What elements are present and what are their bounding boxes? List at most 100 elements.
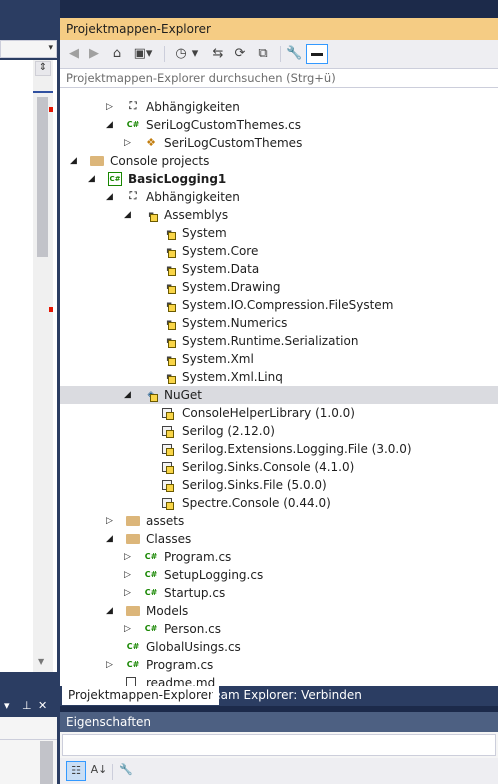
expand-arrow-icon[interactable]: ▷ [124, 620, 134, 638]
collapse-arrow-icon[interactable]: ◢ [70, 152, 80, 170]
tree-node-label: Console projects [110, 154, 210, 168]
tree-node[interactable]: Serilog.Extensions.Logging.File (3.0.0) [60, 440, 498, 458]
tree-node[interactable]: ▪ System.Drawing [60, 278, 498, 296]
dependencies-icon: ⛶ [129, 191, 137, 202]
tool-window-header: ▾ ⊥ ✕ [0, 697, 60, 717]
chevron-down-icon: ▾ [48, 43, 53, 53]
dropdown-icon[interactable]: ▾ [4, 699, 10, 712]
assembly-warning-icon: ▪ [162, 352, 176, 366]
home-icon[interactable]: ⌂ [108, 45, 126, 63]
expand-arrow-icon[interactable]: ▷ [106, 656, 116, 674]
tree-node[interactable]: ▷ assets [60, 512, 498, 530]
tree-node[interactable]: Spectre.Console (0.44.0) [60, 494, 498, 512]
collapse-arrow-icon[interactable]: ◢ [88, 170, 98, 188]
tree-node[interactable]: ▪ System.Numerics [60, 314, 498, 332]
collapse-arrow-icon[interactable]: ◢ [124, 386, 134, 404]
preview-selected-items-button[interactable] [306, 44, 328, 64]
solution-explorer: Projektmappen-Explorer ◀ ▶ ⌂ ▣▾ ◷ ▾ ⇆ ⟳ … [60, 14, 498, 784]
scroll-down-arrow-icon[interactable]: ▼ [38, 657, 44, 666]
split-editor-icon[interactable]: ⇕ [35, 61, 51, 76]
tree-node[interactable]: Serilog.Sinks.File (5.0.0) [60, 476, 498, 494]
chevron-down-icon[interactable]: ▾ [190, 45, 200, 63]
forward-icon[interactable]: ▶ [86, 45, 102, 63]
sync-with-active-document-icon[interactable]: ⇆ [210, 45, 226, 63]
collapse-arrow-icon[interactable]: ◢ [106, 602, 116, 620]
tab-team-explorer[interactable]: Team Explorer: Verbinden [202, 686, 368, 705]
pending-changes-filter-icon[interactable]: ◷ [174, 45, 188, 63]
tree-node[interactable]: ▪ System.Xml [60, 350, 498, 368]
solution-explorer-search-input[interactable]: Projektmappen-Explorer durchsuchen (Strg… [60, 68, 498, 88]
csharp-file-icon: C# [144, 552, 158, 561]
tree-node[interactable]: ◢ C# BasicLogging1 [60, 170, 498, 188]
tree-node[interactable]: Serilog.Sinks.Console (4.1.0) [60, 458, 498, 476]
collapse-arrow-icon[interactable]: ◢ [106, 116, 116, 134]
expand-arrow-icon[interactable]: ▷ [124, 548, 134, 566]
close-icon[interactable]: ✕ [38, 699, 47, 712]
csharp-file-icon: C# [126, 642, 140, 651]
assembly-warning-icon: ▪ [162, 280, 176, 294]
tree-node[interactable]: ▷ C# Startup.cs [60, 584, 498, 602]
scrollbar-thumb[interactable] [40, 741, 53, 784]
properties-window: ☷ A↓ 🔧 [60, 732, 498, 784]
expand-arrow-icon[interactable]: ▷ [124, 584, 134, 602]
properties-title: Eigenschaften [60, 712, 498, 732]
expand-arrow-icon[interactable]: ▷ [124, 134, 134, 152]
tree-node[interactable]: C# GlobalUsings.cs [60, 638, 498, 656]
tree-node-label: SetupLogging.cs [164, 568, 264, 582]
tree-node[interactable]: ◢ Console projects [60, 152, 498, 170]
tree-node[interactable]: ▷ C# Program.cs [60, 548, 498, 566]
back-icon[interactable]: ◀ [66, 45, 82, 63]
tree-node[interactable]: ▷ C# Person.cs [60, 620, 498, 638]
pin-icon[interactable]: ⊥ [22, 699, 32, 712]
collapse-all-icon[interactable]: ⧉ [254, 45, 272, 63]
tree-node[interactable]: ▷ C# SetupLogging.cs [60, 566, 498, 584]
error-marker [49, 307, 53, 312]
tree-node[interactable]: ConsoleHelperLibrary (1.0.0) [60, 404, 498, 422]
tree-node-label: Assemblys [164, 208, 229, 222]
collapse-arrow-icon[interactable]: ◢ [124, 206, 134, 224]
tab-solution-explorer[interactable]: Projektmappen-Explorer [62, 686, 219, 705]
switch-views-icon[interactable]: ▣▾ [132, 45, 154, 63]
properties-object-selector[interactable] [62, 734, 496, 756]
tree-node[interactable]: ◢ ◈ NuGet [60, 386, 498, 404]
refresh-icon[interactable]: ⟳ [232, 45, 248, 63]
tree-node[interactable]: ▪ System [60, 224, 498, 242]
tree-node[interactable]: ◢ C# SeriLogCustomThemes.cs [60, 116, 498, 134]
tree-node-label: System.Numerics [182, 316, 288, 330]
solution-folder-icon [90, 156, 104, 166]
collapse-arrow-icon[interactable]: ◢ [106, 530, 116, 548]
tree-node[interactable]: ◢ ⛶ Abhängigkeiten [60, 188, 498, 206]
expand-arrow-icon[interactable]: ▷ [106, 512, 116, 530]
tree-node[interactable]: readme.md [60, 674, 498, 686]
categorized-icon[interactable]: ☷ [66, 761, 86, 781]
alphabetical-icon[interactable]: A↓ [90, 761, 108, 781]
tree-node[interactable]: ▪ System.Data [60, 260, 498, 278]
member-dropdown[interactable]: ▾ [0, 40, 57, 58]
tree-node[interactable]: Serilog (2.12.0) [60, 422, 498, 440]
tree-node[interactable]: ▪ System.Runtime.Serialization [60, 332, 498, 350]
expand-arrow-icon[interactable]: ▷ [106, 98, 116, 116]
property-pages-icon[interactable]: 🔧 [118, 761, 134, 781]
csharp-file-icon: C# [144, 570, 158, 579]
tree-node-label: Models [146, 604, 189, 618]
properties-wrench-icon[interactable]: 🔧 [286, 45, 302, 63]
collapse-arrow-icon[interactable]: ◢ [106, 188, 116, 206]
tree-node[interactable]: ▪ System.Xml.Linq [60, 368, 498, 386]
solution-explorer-toolbar: ◀ ▶ ⌂ ▣▾ ◷ ▾ ⇆ ⟳ ⧉ 🔧 [60, 40, 498, 68]
tree-node[interactable]: ◢ Classes [60, 530, 498, 548]
package-warning-icon [162, 462, 174, 474]
tree-node-label: Program.cs [146, 658, 214, 672]
tree-node[interactable]: ▷ ⛶ Abhängigkeiten [60, 98, 498, 116]
tree-node[interactable]: ▪ System.Core [60, 242, 498, 260]
tree-node[interactable]: ▷ ❖ SeriLogCustomThemes [60, 134, 498, 152]
tree-node[interactable]: ◢ ▪ Assemblys [60, 206, 498, 224]
tree-node[interactable]: ▪ System.IO.Compression.FileSystem [60, 296, 498, 314]
nuget-warning-icon: ◈ [144, 388, 158, 402]
scrollbar-thumb[interactable] [37, 97, 48, 257]
dependencies-icon: ⛶ [129, 101, 137, 112]
tree-node[interactable]: ◢ Models [60, 602, 498, 620]
properties-toolbar: ☷ A↓ 🔧 [60, 758, 498, 784]
expand-arrow-icon[interactable]: ▷ [124, 566, 134, 584]
tree-node-label: System.Drawing [182, 280, 281, 294]
tree-node[interactable]: ▷ C# Program.cs [60, 656, 498, 674]
